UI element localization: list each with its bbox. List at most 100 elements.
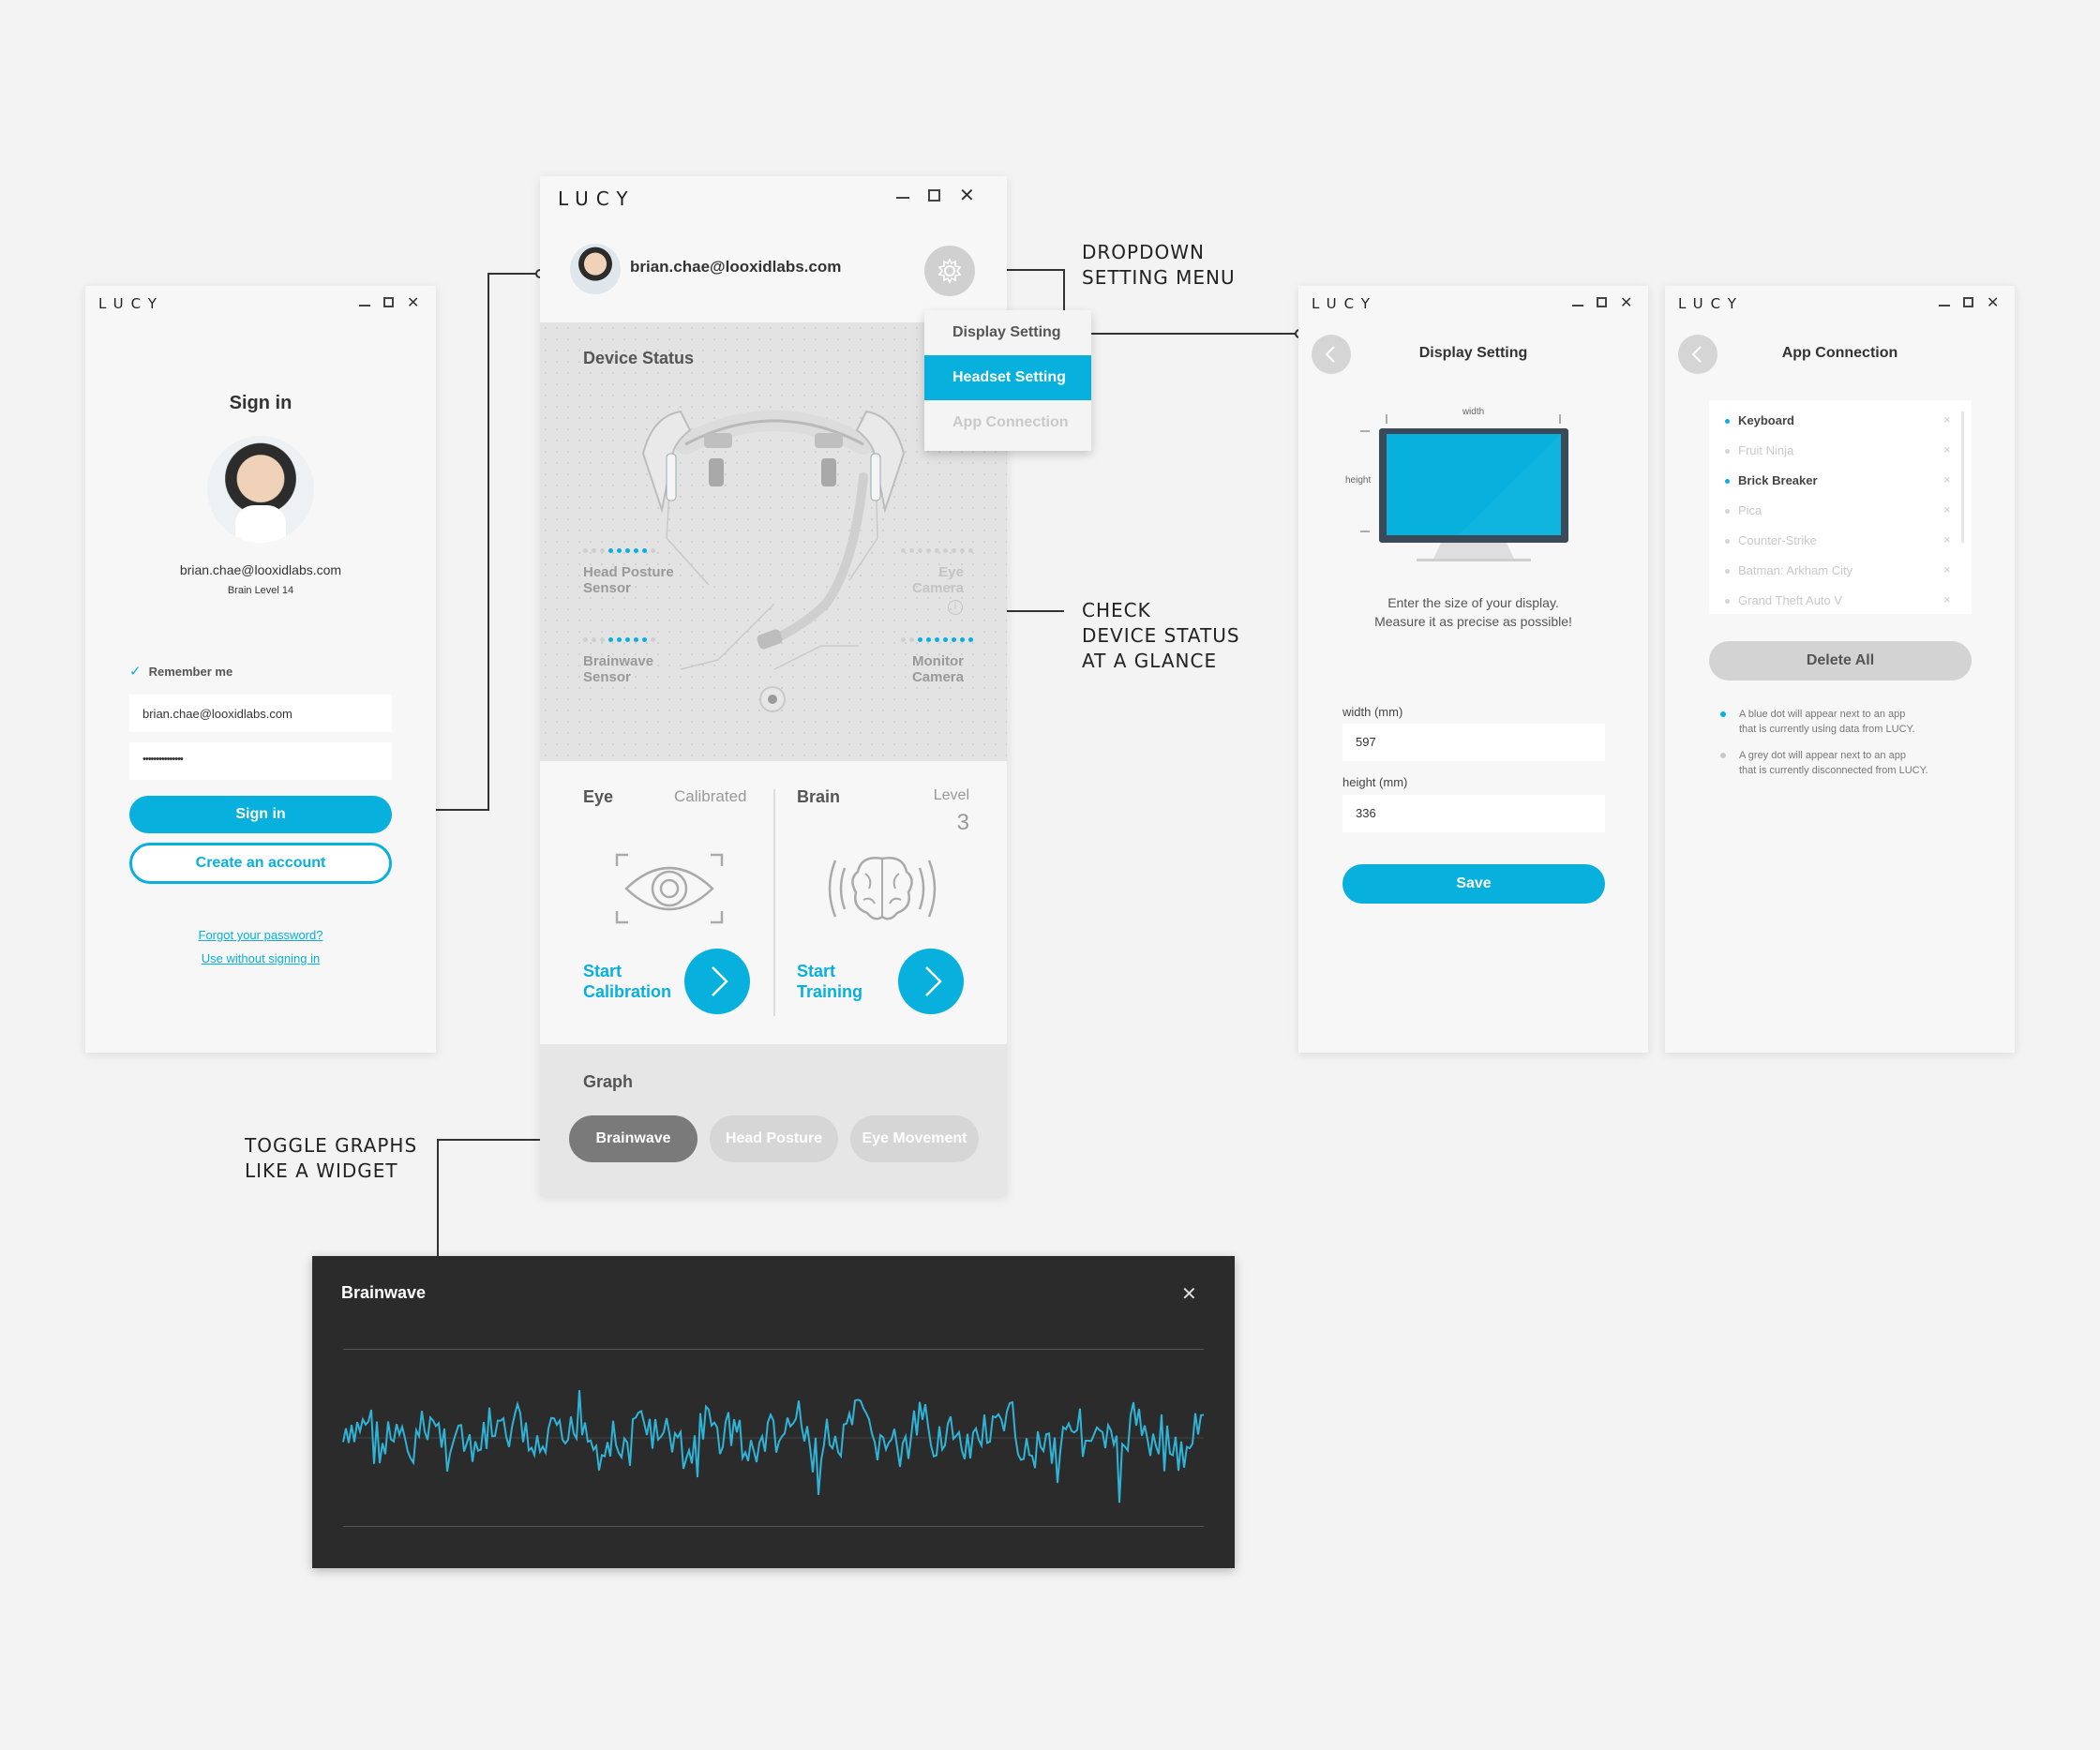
status-dot — [1725, 569, 1730, 574]
app-list-item[interactable]: Grand Theft Auto V × — [1709, 591, 1972, 614]
panel-divider — [773, 789, 775, 1016]
eye-camera-label: Eye Camera — [911, 564, 964, 596]
eye-title: Eye — [583, 787, 614, 806]
height-input[interactable]: 336 — [1342, 795, 1605, 832]
forgot-password-link[interactable]: Forgot your password? — [85, 928, 436, 942]
maximize-button[interactable] — [383, 297, 394, 307]
eye-camera-indicator — [901, 548, 973, 553]
remove-app-icon[interactable]: × — [1943, 502, 1951, 516]
start-training-label[interactable]: Start Training — [797, 961, 862, 1002]
note-blue-dot — [1720, 711, 1726, 717]
app-name: Pica — [1738, 503, 1762, 517]
delete-all-button[interactable]: Delete All — [1709, 641, 1972, 681]
app-logo: LUCY — [558, 187, 636, 210]
status-dot — [1725, 599, 1730, 604]
status-dot — [1725, 419, 1730, 424]
remember-me-label: Remember me — [148, 664, 233, 679]
app-name: Fruit Ninja — [1738, 443, 1794, 457]
app-logo: LUCY — [1678, 295, 1744, 312]
dropdown-item-headset-setting[interactable]: Headset Setting — [924, 355, 1091, 400]
email-field[interactable]: brian.chae@looxidlabs.com — [129, 695, 392, 732]
remember-me-checkbox[interactable]: ✓ Remember me — [129, 663, 232, 680]
monitor-image — [1360, 414, 1568, 561]
create-account-button[interactable]: Create an account — [129, 843, 392, 884]
annotation-device-status: CHECK DEVICE STATUS AT A GLANCE — [1082, 599, 1240, 672]
app-list-item[interactable]: Keyboard × — [1709, 411, 1972, 434]
app-list-item[interactable]: Batman: Arkham City × — [1709, 561, 1972, 584]
brainwave-sensor-label: Brainwave Sensor — [583, 653, 654, 685]
note-grey-dot — [1720, 753, 1726, 758]
app-list-item[interactable]: Counter-Strike × — [1709, 531, 1972, 554]
brainwave-indicator — [583, 637, 655, 642]
start-calibration-label[interactable]: Start Calibration — [583, 961, 671, 1002]
dropdown-item-display-setting[interactable]: Display Setting — [924, 310, 1091, 355]
settings-button[interactable] — [924, 246, 975, 296]
status-dot — [1725, 449, 1730, 454]
app-name: Batman: Arkham City — [1738, 563, 1853, 577]
eye-icon — [615, 853, 724, 924]
close-button[interactable]: ✕ — [407, 296, 419, 311]
status-dot — [1725, 539, 1730, 544]
remove-app-icon[interactable]: × — [1943, 412, 1951, 426]
window-controls: ✕ — [896, 187, 975, 205]
email-field-value: brian.chae@looxidlabs.com — [142, 707, 292, 721]
save-button[interactable]: Save — [1342, 864, 1605, 904]
close-button[interactable]: ✕ — [959, 187, 975, 205]
minimize-button[interactable] — [1939, 297, 1950, 307]
monitor-camera-indicator — [901, 637, 973, 642]
app-list-item[interactable]: Brick Breaker × — [1709, 471, 1972, 494]
app-name: Brick Breaker — [1738, 473, 1818, 487]
app-list-item[interactable]: Pica × — [1709, 501, 1972, 524]
start-calibration-button[interactable] — [684, 949, 750, 1014]
gear-icon — [938, 258, 962, 284]
app-list-item[interactable]: Fruit Ninja × — [1709, 441, 1972, 464]
close-button[interactable]: ✕ — [1987, 296, 1999, 311]
app-connection-title: App Connection — [1781, 345, 1898, 361]
maximize-button[interactable] — [1597, 297, 1607, 307]
remove-app-icon[interactable]: × — [1943, 562, 1951, 576]
brain-icon — [828, 857, 937, 920]
close-button[interactable]: ✕ — [1620, 296, 1632, 311]
graph-tab-brainwave[interactable]: Brainwave — [569, 1115, 698, 1162]
remove-app-icon[interactable]: × — [1943, 532, 1951, 546]
start-training-button[interactable] — [898, 949, 964, 1014]
connector-line — [438, 1139, 554, 1141]
signin-window: LUCY ✕ Sign in brian.chae@looxidlabs.com… — [85, 286, 436, 1053]
minimize-button[interactable] — [896, 189, 909, 199]
brain-level: Brain Level 14 — [227, 585, 294, 596]
app-connection-window: LUCY ✕ App Connection Keyboard × Fruit Nin… — [1665, 286, 2015, 1053]
connector-line — [436, 809, 489, 811]
window-controls: ✕ — [359, 296, 419, 311]
password-field[interactable]: ••••••••••••••• — [129, 742, 392, 780]
graph-tab-head-posture[interactable]: Head Posture — [710, 1115, 838, 1162]
minimize-button[interactable] — [359, 297, 370, 307]
header-user-email: brian.chae@looxidlabs.com — [630, 258, 842, 276]
width-input[interactable]: 597 — [1342, 724, 1605, 761]
brainwave-widget: Brainwave ✕ — [312, 1256, 1235, 1568]
app-name: Counter-Strike — [1738, 533, 1817, 547]
width-field-label: width (mm) — [1342, 705, 1403, 719]
app-logo: LUCY — [98, 295, 164, 312]
status-dot — [1725, 509, 1730, 514]
user-email: brian.chae@looxidlabs.com — [179, 562, 342, 577]
minimize-button[interactable] — [1572, 297, 1583, 307]
connector-line — [1063, 269, 1065, 310]
connector-line — [488, 273, 540, 275]
calibration-panel: Eye Calibrated Start Calibration Brain L… — [540, 761, 1007, 1044]
app-list: Keyboard × Fruit Ninja × Brick Breaker × Pica ×… — [1709, 400, 1972, 614]
remove-app-icon[interactable]: × — [1943, 472, 1951, 486]
remove-app-icon[interactable]: × — [1943, 592, 1951, 606]
signin-button[interactable]: Sign in — [129, 796, 392, 833]
graph-tab-eye-movement[interactable]: Eye Movement — [850, 1115, 979, 1162]
dropdown-item-app-connection[interactable]: App Connection — [924, 400, 1091, 445]
settings-dropdown: Display Setting Headset Setting App Conn… — [924, 310, 1091, 451]
head-posture-sensor-label: Head Posture Sensor — [583, 564, 674, 596]
maximize-button[interactable] — [1963, 297, 1973, 307]
use-without-signing-in-link[interactable]: Use without signing in — [85, 951, 436, 965]
display-setting-title: Display Setting — [1418, 345, 1528, 361]
brainwave-graph — [342, 1390, 1205, 1503]
info-icon[interactable]: i — [948, 600, 963, 615]
remove-app-icon[interactable]: × — [1943, 442, 1951, 456]
maximize-button[interactable] — [928, 189, 940, 202]
header-avatar[interactable] — [570, 244, 621, 294]
